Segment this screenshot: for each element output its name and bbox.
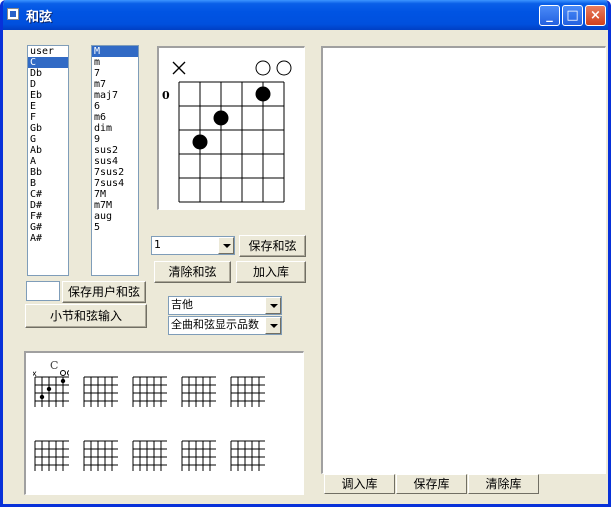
chord-type-item[interactable]: 7sus4 bbox=[92, 178, 138, 189]
chord-type-item[interactable]: 7M bbox=[92, 189, 138, 200]
chord-type-item[interactable]: sus4 bbox=[92, 156, 138, 167]
fret-select[interactable]: 1 bbox=[151, 236, 235, 255]
chord-type-item[interactable]: sus2 bbox=[92, 145, 138, 156]
chord-type-item[interactable]: M bbox=[92, 46, 138, 57]
root-note-item[interactable]: Gb bbox=[28, 123, 68, 134]
chord-type-item[interactable]: 7 bbox=[92, 68, 138, 79]
save-chord-button[interactable]: 保存和弦 bbox=[239, 235, 306, 257]
save-library-button[interactable]: 保存库 bbox=[396, 474, 467, 494]
user-chord-input[interactable] bbox=[26, 281, 60, 301]
finger-dot bbox=[192, 134, 208, 150]
fret-number-label: 0 bbox=[162, 89, 170, 102]
mini-chord-diagram[interactable] bbox=[82, 431, 118, 471]
mini-chord-diagram[interactable] bbox=[131, 367, 167, 407]
chevron-down-icon[interactable] bbox=[218, 237, 234, 254]
chevron-down-icon[interactable] bbox=[265, 297, 281, 314]
add-to-library-button[interactable]: 加入库 bbox=[236, 261, 306, 283]
chord-sequence-panel[interactable]: Cx bbox=[24, 351, 304, 495]
app-icon bbox=[7, 8, 19, 20]
root-note-item[interactable]: E bbox=[28, 101, 68, 112]
root-note-item[interactable]: Db bbox=[28, 68, 68, 79]
mini-chord-diagram[interactable] bbox=[229, 431, 265, 471]
mini-chord-diagram[interactable] bbox=[131, 431, 167, 471]
root-note-item[interactable]: F# bbox=[28, 211, 68, 222]
root-note-item[interactable]: C# bbox=[28, 189, 68, 200]
root-note-item[interactable]: A bbox=[28, 156, 68, 167]
open-string-icon bbox=[255, 60, 271, 76]
fret-select-value: 1 bbox=[154, 238, 161, 251]
finger-dot bbox=[46, 386, 52, 392]
root-note-item[interactable]: C bbox=[28, 57, 68, 68]
chord-type-item[interactable]: dim bbox=[92, 123, 138, 134]
root-note-list[interactable]: user C Db D Eb E F Gb G Ab A Bb B C# D# F# G# A# bbox=[27, 45, 69, 276]
mini-chord-diagram[interactable] bbox=[82, 367, 118, 407]
mini-chord-diagram[interactable] bbox=[180, 367, 216, 407]
chord-type-item[interactable]: m6 bbox=[92, 112, 138, 123]
instrument-select[interactable]: 吉他 bbox=[168, 296, 282, 315]
maximize-button[interactable]: □ bbox=[562, 5, 583, 26]
measure-chord-input-button[interactable]: 小节和弦输入 bbox=[25, 304, 147, 328]
root-note-item[interactable]: F bbox=[28, 112, 68, 123]
finger-dot bbox=[255, 86, 271, 102]
open-string-icon bbox=[60, 370, 66, 376]
root-note-item[interactable]: Eb bbox=[28, 90, 68, 101]
finger-dot bbox=[39, 394, 45, 400]
chord-type-item[interactable]: 5 bbox=[92, 222, 138, 233]
chord-window: 和弦 _ □ × user C Db D Eb E F Gb G Ab A Bb B C# D# F# G# A#… bbox=[0, 0, 611, 507]
mini-chord-diagram[interactable] bbox=[180, 431, 216, 471]
root-note-item[interactable]: Ab bbox=[28, 145, 68, 156]
chord-type-item[interactable]: 7sus2 bbox=[92, 167, 138, 178]
chord-type-item[interactable]: m bbox=[92, 57, 138, 68]
chord-type-item[interactable]: 6 bbox=[92, 101, 138, 112]
chord-type-item[interactable]: m7 bbox=[92, 79, 138, 90]
chord-type-item[interactable]: 9 bbox=[92, 134, 138, 145]
mini-chord-diagram[interactable] bbox=[229, 367, 265, 407]
root-note-item[interactable]: B bbox=[28, 178, 68, 189]
chevron-down-icon[interactable] bbox=[265, 317, 281, 334]
root-note-item[interactable]: D bbox=[28, 79, 68, 90]
finger-dot bbox=[60, 378, 66, 384]
root-note-item[interactable]: G bbox=[28, 134, 68, 145]
root-note-item[interactable]: G# bbox=[28, 222, 68, 233]
root-note-item[interactable]: D# bbox=[28, 200, 68, 211]
chord-type-item[interactable]: maj7 bbox=[92, 90, 138, 101]
clear-library-button[interactable]: 清除库 bbox=[468, 474, 539, 494]
load-library-button[interactable]: 调入库 bbox=[324, 474, 395, 494]
chord-type-item[interactable]: aug bbox=[92, 211, 138, 222]
display-select[interactable]: 全曲和弦显示品数 bbox=[168, 316, 282, 335]
root-note-item[interactable]: user bbox=[28, 46, 68, 57]
root-note-item[interactable]: Bb bbox=[28, 167, 68, 178]
chord-diagram-panel[interactable]: 0 bbox=[157, 46, 305, 210]
mini-chord-diagram[interactable] bbox=[33, 431, 69, 471]
close-button[interactable]: × bbox=[585, 5, 606, 26]
minimize-button[interactable]: _ bbox=[539, 5, 560, 26]
chord-type-list[interactable]: Mm 7 m7 maj7 6 m6 dim 9 sus2 sus4 7sus2 7sus4 7M m7M a… bbox=[91, 45, 139, 276]
open-string-icon bbox=[276, 60, 292, 76]
chord-diagram[interactable]: 0 bbox=[159, 48, 303, 208]
mini-chord-diagram[interactable]: x bbox=[33, 367, 69, 407]
root-note-item[interactable]: A# bbox=[28, 233, 68, 244]
instrument-select-value: 吉他 bbox=[171, 298, 193, 311]
chord-library-panel[interactable] bbox=[321, 46, 606, 474]
display-select-value: 全曲和弦显示品数 bbox=[171, 318, 259, 331]
clear-chord-button[interactable]: 清除和弦 bbox=[154, 261, 231, 283]
save-user-chord-button[interactable]: 保存用户和弦 bbox=[62, 281, 146, 303]
title-bar[interactable]: 和弦 _ □ × bbox=[3, 0, 608, 30]
finger-dot bbox=[213, 110, 229, 126]
window-title: 和弦 bbox=[26, 10, 53, 25]
muted-string-icon: x bbox=[33, 369, 37, 378]
chord-type-item[interactable]: m7M bbox=[92, 200, 138, 211]
open-string-icon bbox=[67, 370, 69, 376]
